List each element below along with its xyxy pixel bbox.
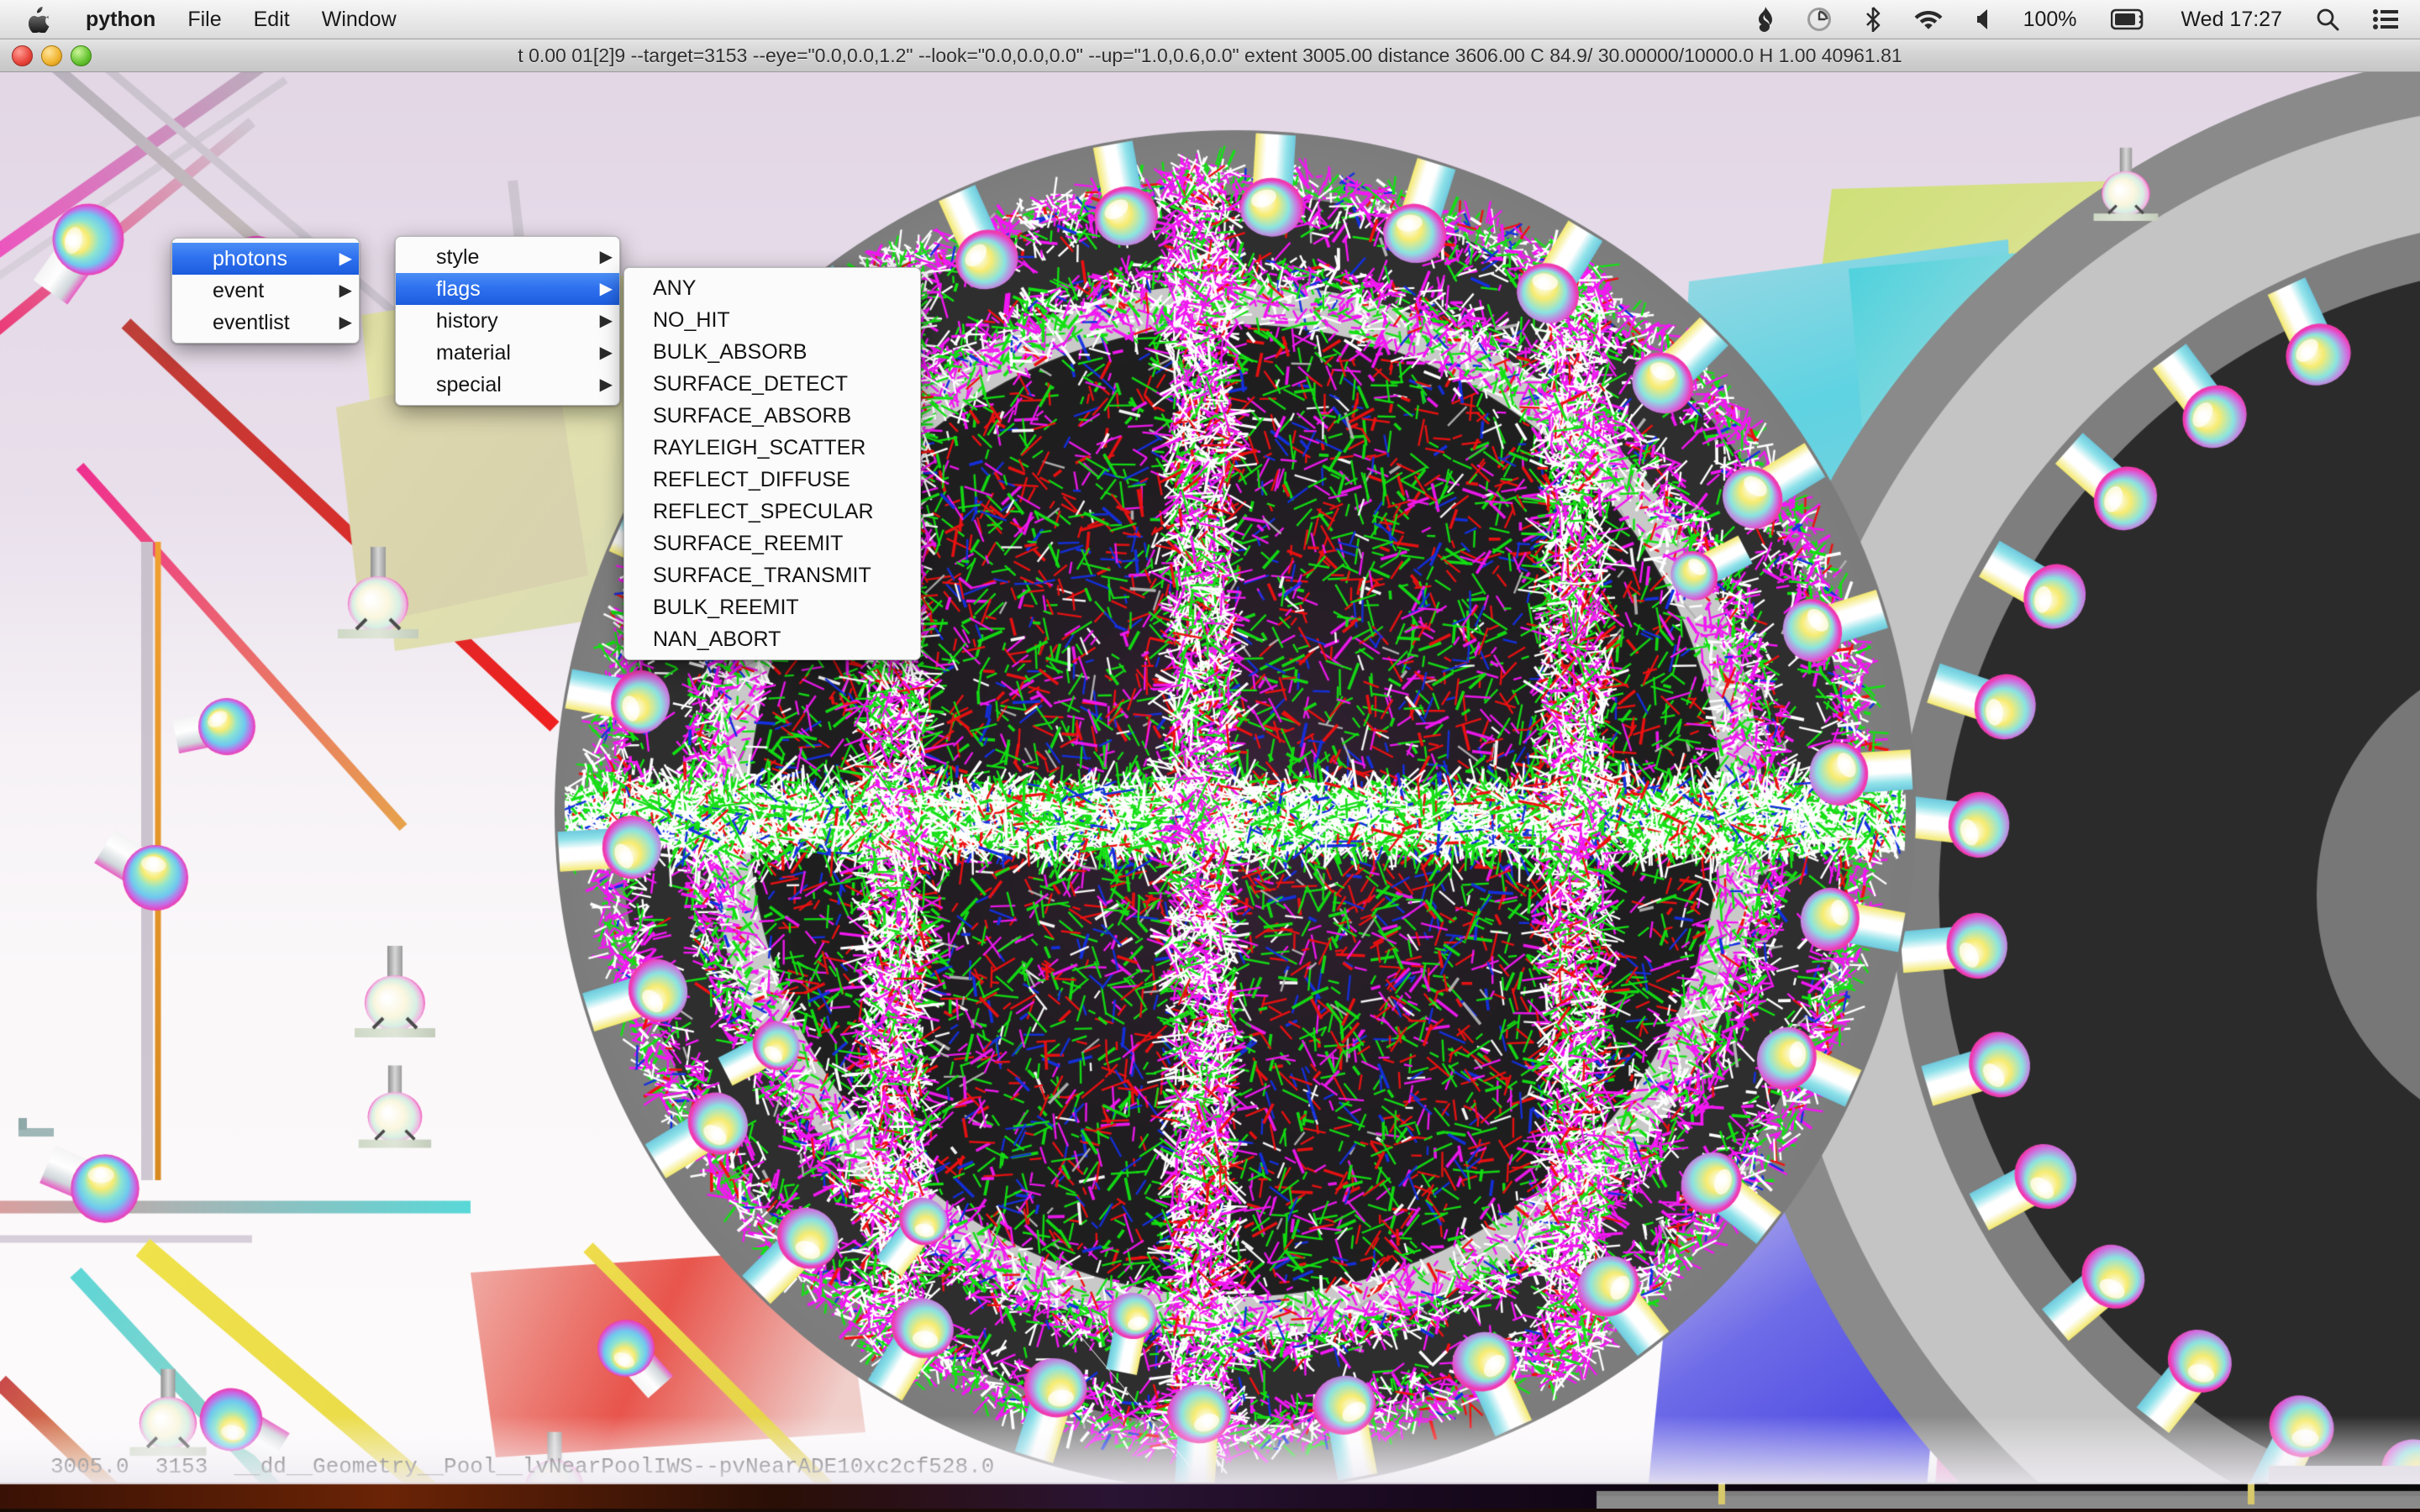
menu-item-label: SURFACE_DETECT: [653, 371, 848, 396]
flag-item-reflect-diffuse[interactable]: REFLECT_DIFFUSE: [624, 464, 920, 496]
flag-item-no-hit[interactable]: NO_HIT: [624, 304, 920, 336]
chevron-right-icon: ▶: [599, 248, 613, 266]
menu-item-eventlist[interactable]: eventlist ▶: [172, 307, 359, 339]
minimize-button[interactable]: [41, 45, 62, 66]
chevron-right-icon: ▶: [339, 281, 352, 300]
menu-bar-left: python File Edit Window: [0, 0, 429, 39]
time-machine-icon[interactable]: [1807, 7, 1832, 32]
flag-item-surface-reemit[interactable]: SURFACE_REEMIT: [624, 528, 920, 559]
volume-icon[interactable]: [1976, 8, 1990, 30]
menu-item-label: SURFACE_REEMIT: [653, 531, 844, 555]
window-title: t 0.00 01[2]9 --target=3153 --eye="0.0,0…: [518, 45, 1902, 66]
flag-item-nan-abort[interactable]: NAN_ABORT: [624, 623, 920, 655]
menu-item-flags[interactable]: flags ▶: [396, 273, 619, 305]
menu-bar-item-python[interactable]: python: [86, 8, 155, 30]
battery-percent-label: 100%: [2023, 7, 2077, 31]
zoom-button[interactable]: [71, 45, 92, 66]
menu-item-label: RAYLEIGH_SCATTER: [653, 435, 866, 459]
flame-icon[interactable]: [1756, 7, 1773, 32]
flag-item-bulk-absorb[interactable]: BULK_ABSORB: [624, 336, 920, 368]
menu-item-label: eventlist: [213, 310, 290, 334]
menu-item-material[interactable]: material ▶: [396, 337, 619, 369]
flag-item-bulk-reemit[interactable]: BULK_REEMIT: [624, 591, 920, 623]
flag-item-any[interactable]: ANY: [624, 272, 920, 304]
menu-item-event[interactable]: event ▶: [172, 275, 359, 307]
menu-item-label: REFLECT_SPECULAR: [653, 499, 874, 523]
menu-item-label: flags: [436, 276, 481, 301]
menu-item-label: BULK_ABSORB: [653, 339, 808, 364]
wifi-icon[interactable]: [1914, 8, 1943, 30]
search-icon[interactable]: [2316, 8, 2339, 31]
apple-logo-icon[interactable]: [29, 6, 50, 33]
macos-menu-bar: python File Edit Window 100% Wed 17:27: [0, 0, 2420, 39]
menu-bar-item-window[interactable]: Window: [322, 8, 397, 30]
menu-bar-item-edit[interactable]: Edit: [254, 8, 290, 30]
menu-item-label: SURFACE_ABSORB: [653, 403, 852, 428]
chevron-right-icon: ▶: [339, 313, 352, 332]
flag-item-surface-absorb[interactable]: SURFACE_ABSORB: [624, 400, 920, 432]
flag-item-reflect-specular[interactable]: REFLECT_SPECULAR: [624, 496, 920, 528]
menu-item-style[interactable]: style ▶: [396, 241, 619, 273]
menu-item-label: REFLECT_DIFFUSE: [653, 467, 850, 491]
menu-item-photons[interactable]: photons ▶: [172, 243, 359, 275]
context-menu-level-2[interactable]: style ▶ flags ▶ history ▶ material ▶ special ▶: [395, 236, 620, 406]
3d-scene-canvas[interactable]: [0, 71, 2420, 1509]
screen: python File Edit Window 100% Wed 17:27 t…: [0, 0, 2420, 1512]
list-icon[interactable]: [2373, 8, 2398, 30]
menu-item-label: photons: [213, 246, 287, 270]
menu-item-label: SURFACE_TRANSMIT: [653, 563, 871, 587]
menu-item-label: special: [436, 372, 502, 396]
chevron-right-icon: ▶: [599, 312, 613, 330]
menu-item-history[interactable]: history ▶: [396, 305, 619, 337]
close-button[interactable]: [12, 45, 33, 66]
menu-item-label: history: [436, 308, 498, 333]
menu-bar-item-file[interactable]: File: [187, 8, 221, 30]
chevron-right-icon: ▶: [599, 280, 613, 298]
menu-item-label: event: [213, 278, 265, 302]
battery-icon[interactable]: [2110, 8, 2148, 30]
flag-item-surface-transmit[interactable]: SURFACE_TRANSMIT: [624, 559, 920, 591]
menu-item-label: style: [436, 244, 480, 269]
menu-item-label: material: [436, 340, 511, 365]
context-menu-level-1[interactable]: photons ▶ event ▶ eventlist ▶: [171, 238, 360, 344]
menu-item-label: NAN_ABORT: [653, 627, 781, 651]
menu-item-label: BULK_REEMIT: [653, 595, 799, 619]
chevron-right-icon: ▶: [339, 249, 352, 268]
clock-label[interactable]: Wed 17:27: [2181, 8, 2282, 32]
menu-item-special[interactable]: special ▶: [396, 369, 619, 401]
chevron-right-icon: ▶: [599, 344, 613, 362]
flag-item-surface-detect[interactable]: SURFACE_DETECT: [624, 368, 920, 400]
window-controls: [0, 45, 100, 66]
context-menu-flags[interactable]: ANY NO_HIT BULK_ABSORB SURFACE_DETECT SURFAC…: [623, 267, 921, 660]
menu-bar-status-area: 100% Wed 17:27: [1756, 0, 2420, 39]
opengl-viewport[interactable]: [0, 71, 2420, 1509]
bluetooth-icon[interactable]: [1865, 7, 1881, 32]
menu-item-label: NO_HIT: [653, 307, 730, 332]
chevron-right-icon: ▶: [599, 375, 613, 394]
application-window: t 0.00 01[2]9 --target=3153 --eye="0.0,0…: [0, 39, 2420, 1509]
menu-item-label: ANY: [653, 276, 697, 300]
window-title-bar[interactable]: t 0.00 01[2]9 --target=3153 --eye="0.0,0…: [0, 39, 2420, 72]
flag-item-rayleigh-scatter[interactable]: RAYLEIGH_SCATTER: [624, 432, 920, 464]
